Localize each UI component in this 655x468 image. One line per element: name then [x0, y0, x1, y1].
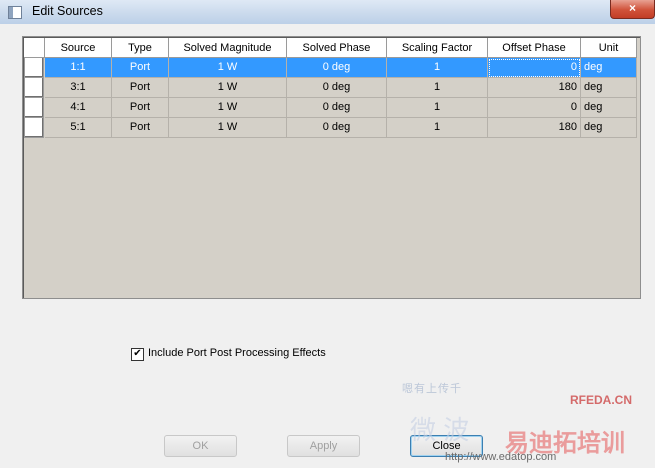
table-cell-source[interactable]: 3:1	[45, 78, 112, 98]
table-cell-source[interactable]: 4:1	[45, 98, 112, 118]
table-cell-type[interactable]: Port	[112, 118, 169, 138]
row-selector[interactable]	[24, 98, 44, 118]
table-cell-type[interactable]: Port	[112, 98, 169, 118]
column-header-offset-phase[interactable]: Offset Phase	[488, 38, 581, 58]
watermark-brand: RFEDA.CN	[570, 393, 632, 407]
table-cell-scaling-factor[interactable]: 1	[387, 58, 488, 78]
sources-grid: Source Type Solved Magnitude Solved Phase Sc…	[22, 36, 641, 299]
table-cell-offset-phase[interactable]: 0	[488, 58, 581, 78]
table-cell-type[interactable]: Port	[112, 78, 169, 98]
table-cell-offset-phase[interactable]: 180	[488, 118, 581, 138]
table-cell-solved-magnitude[interactable]: 1 W	[169, 98, 287, 118]
include-port-post-checkbox[interactable]: ✔	[131, 348, 144, 361]
window-title: Edit Sources	[32, 4, 103, 18]
watermark-faint: 微 波	[410, 415, 470, 445]
column-header-type[interactable]: Type	[112, 38, 169, 58]
table-cell-unit[interactable]: deg	[581, 98, 637, 118]
table-cell-solved-phase[interactable]: 0 deg	[287, 78, 387, 98]
title-bar: Edit Sources ×	[0, 0, 655, 24]
row-selector[interactable]	[24, 118, 44, 138]
table-cell-scaling-factor[interactable]: 1	[387, 118, 488, 138]
table-cell-solved-phase[interactable]: 0 deg	[287, 98, 387, 118]
row-selector[interactable]	[24, 78, 44, 98]
table-cell-type[interactable]: Port	[112, 58, 169, 78]
column-header-solved-magnitude[interactable]: Solved Magnitude	[169, 38, 287, 58]
include-port-post-label: Include Port Post Processing Effects	[148, 347, 326, 359]
table-cell-offset-phase[interactable]: 0	[488, 98, 581, 118]
table-cell-solved-magnitude[interactable]: 1 W	[169, 78, 287, 98]
table-cell-scaling-factor[interactable]: 1	[387, 78, 488, 98]
table-cell-unit[interactable]: deg	[581, 58, 637, 78]
ok-button[interactable]: OK	[164, 435, 237, 457]
table-cell-scaling-factor[interactable]: 1	[387, 98, 488, 118]
column-header-solved-phase[interactable]: Solved Phase	[287, 38, 387, 58]
table-cell-source[interactable]: 5:1	[45, 118, 112, 138]
watermark-text: 嗯有上传千	[402, 383, 462, 395]
window-close-button[interactable]: ×	[610, 0, 655, 19]
table-cell-unit[interactable]: deg	[581, 78, 637, 98]
column-header-unit[interactable]: Unit	[581, 38, 637, 58]
table-cell-solved-phase[interactable]: 0 deg	[287, 118, 387, 138]
table-cell-offset-phase[interactable]: 180	[488, 78, 581, 98]
column-header-scaling-factor[interactable]: Scaling Factor	[387, 38, 488, 58]
table-cell-solved-magnitude[interactable]: 1 W	[169, 118, 287, 138]
edit-sources-dialog: Edit Sources × Source Type Solved Magnitud…	[0, 0, 655, 468]
grid-corner-header	[24, 38, 45, 58]
apply-button[interactable]: Apply	[287, 435, 360, 457]
watermark-url: http://www.edatop.com	[445, 451, 557, 463]
table-cell-solved-phase[interactable]: 0 deg	[287, 58, 387, 78]
table-cell-solved-magnitude[interactable]: 1 W	[169, 58, 287, 78]
table-cell-source[interactable]: 1:1	[45, 58, 112, 78]
row-selector[interactable]	[24, 58, 44, 78]
table-cell-unit[interactable]: deg	[581, 118, 637, 138]
window-icon	[8, 6, 22, 19]
column-header-source[interactable]: Source	[45, 38, 112, 58]
